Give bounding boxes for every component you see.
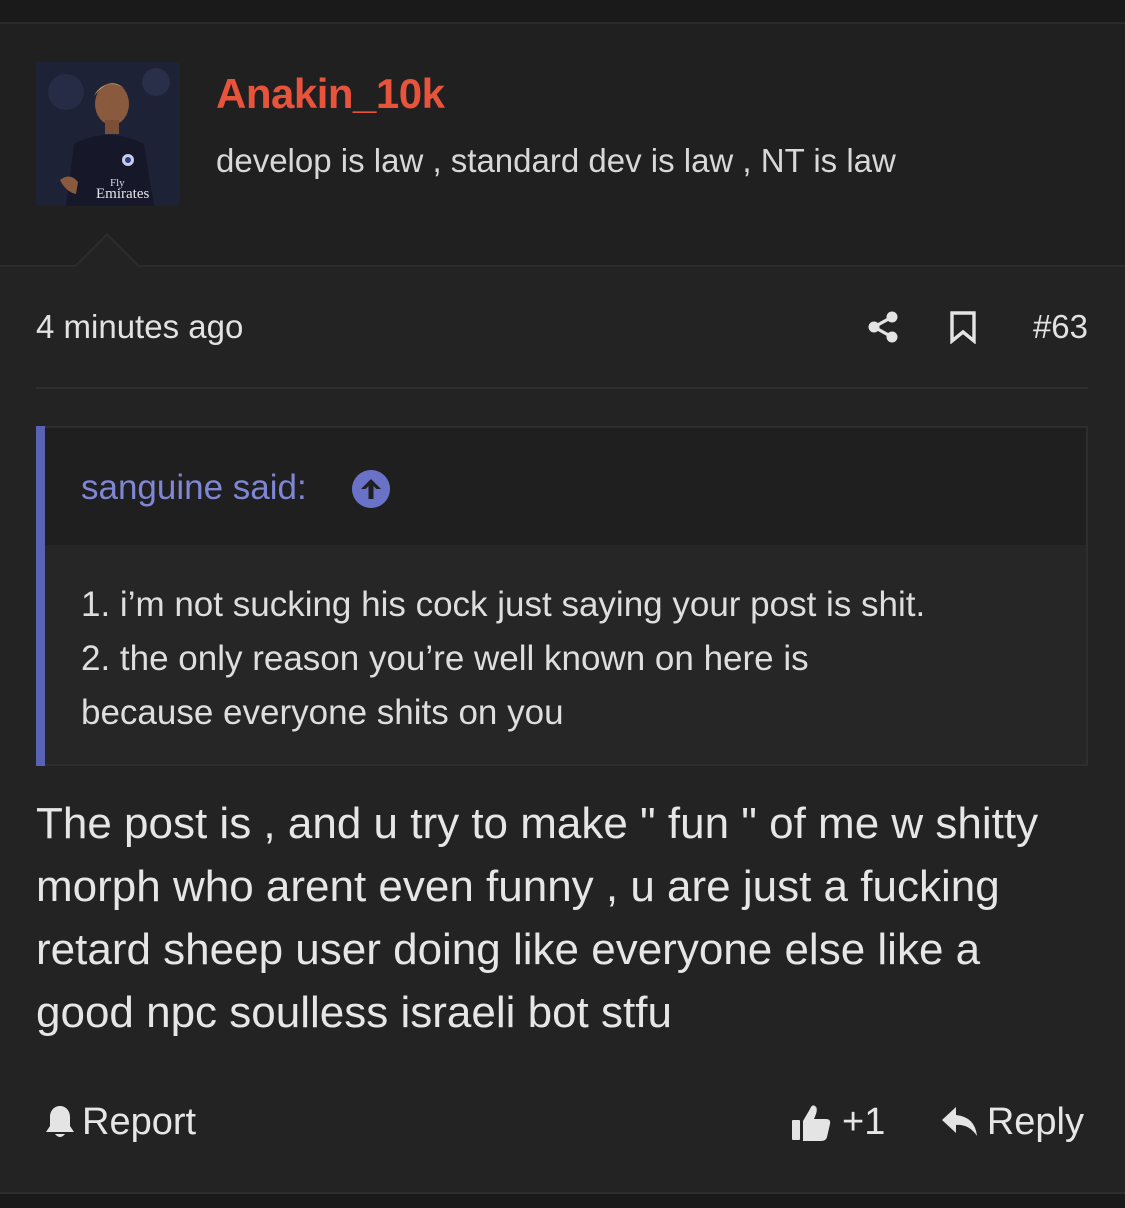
- header-border: [0, 265, 1125, 267]
- report-label: Report: [82, 1100, 197, 1143]
- user-avatar-photo-icon: Fly Emirates: [36, 62, 180, 206]
- reply-arrow-icon: [941, 1107, 977, 1136]
- post-number[interactable]: #63: [1033, 308, 1088, 346]
- svg-text:Emirates: Emirates: [96, 186, 149, 202]
- thumbs-up-icon: [792, 1105, 831, 1141]
- quote-line: 1. i’m not sucking his cock just saying …: [81, 585, 926, 624]
- like-count: +1: [842, 1100, 886, 1143]
- post-line: The post is , and u try to make " fun " …: [36, 799, 1039, 848]
- quote-block: sanguine said: 1. i’m not sucking his co…: [36, 426, 1088, 766]
- username[interactable]: Anakin_10k: [216, 70, 445, 118]
- quote-line: 2. the only reason you’re well known on …: [81, 639, 809, 678]
- forum-post: Fly Emirates Anakin_10k develop is law ,…: [0, 24, 1125, 1192]
- user-title: develop is law , standard dev is law , N…: [216, 142, 896, 179]
- post-timestamp[interactable]: 4 minutes ago: [36, 308, 243, 346]
- like-button[interactable]: +1: [790, 1094, 885, 1150]
- quote-body: 1. i’m not sucking his cock just saying …: [81, 578, 1071, 740]
- top-strip: [0, 0, 1125, 22]
- header-notch-inner: [76, 236, 138, 267]
- reply-label: Reply: [986, 1100, 1084, 1143]
- bell-icon: [46, 1106, 74, 1137]
- arrow-up-circle-icon[interactable]: [352, 470, 390, 508]
- quote-accent-bar: [36, 426, 45, 766]
- post-actions: Report +1 Reply: [36, 1094, 1088, 1150]
- quote-line: because everyone shits on you: [81, 693, 564, 732]
- quote-header: sanguine said:: [45, 428, 1086, 545]
- post-line: good npc soulless israeli bot stfu: [36, 988, 672, 1037]
- reply-button[interactable]: Reply: [941, 1094, 1084, 1150]
- post-body: The post is , and u try to make " fun " …: [36, 792, 1096, 1044]
- user-header: Fly Emirates Anakin_10k develop is law ,…: [0, 24, 1125, 265]
- meta-divider: [36, 387, 1088, 389]
- bookmark-icon[interactable]: [946, 310, 980, 344]
- avatar[interactable]: Fly Emirates: [36, 62, 180, 206]
- quote-author[interactable]: sanguine said:: [81, 468, 307, 508]
- post-line: morph who arent even funny , u are just …: [36, 862, 1000, 911]
- post-line: retard sheep user doing like everyone el…: [36, 925, 981, 974]
- share-icon[interactable]: [866, 310, 900, 344]
- bottom-strip: [0, 1194, 1125, 1208]
- post-meta: 4 minutes ago #63: [36, 302, 1088, 352]
- report-button[interactable]: Report: [44, 1094, 196, 1150]
